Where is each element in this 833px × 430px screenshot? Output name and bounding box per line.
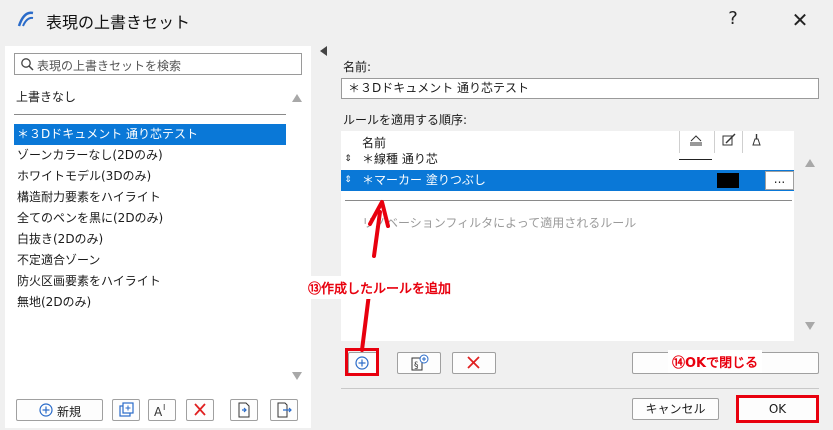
svg-text:I: I bbox=[163, 403, 165, 412]
list-item[interactable]: ゾーンカラーなし(2Dのみ) bbox=[14, 145, 286, 166]
search-icon bbox=[21, 58, 34, 71]
fill-color-swatch[interactable] bbox=[717, 173, 739, 188]
list-item[interactable]: 全てのペンを黒に(2Dのみ) bbox=[14, 208, 286, 229]
rule-order-label: ルールを適用する順序: bbox=[343, 113, 468, 127]
rule-name: ＊線種 通り芯 bbox=[362, 152, 438, 166]
rule-row-selected[interactable]: ⇕ ＊マーカー 塗りつぶし ... bbox=[341, 170, 794, 191]
drag-handle-icon[interactable]: ⇕ bbox=[343, 170, 353, 191]
rename-button[interactable]: A I bbox=[148, 399, 176, 421]
close-button[interactable]: ✕ bbox=[786, 6, 814, 34]
export-button[interactable] bbox=[270, 399, 298, 421]
svg-text:§: § bbox=[414, 361, 419, 371]
scroll-down-arrow-icon[interactable] bbox=[804, 320, 816, 332]
svg-text:A: A bbox=[154, 405, 163, 419]
remove-rule-button[interactable] bbox=[452, 352, 496, 374]
rename-icon: A I bbox=[154, 403, 165, 419]
rule-name: ＊マーカー 塗りつぶし bbox=[362, 173, 486, 187]
brush-column-icon[interactable] bbox=[748, 133, 764, 147]
window-title: 表現の上書きセット bbox=[46, 13, 191, 32]
scroll-up-arrow-icon[interactable] bbox=[804, 157, 816, 169]
panel-splitter[interactable] bbox=[315, 38, 332, 430]
list-divider bbox=[14, 114, 286, 115]
plus-circle-icon bbox=[39, 403, 53, 417]
new-set-button[interactable]: 新規 bbox=[16, 399, 103, 421]
pen-color-column-icon[interactable] bbox=[721, 133, 737, 147]
list-item-selected[interactable]: ＊３Dドキュメント 通り芯テスト bbox=[14, 124, 286, 145]
list-item[interactable]: ホワイトモデル(3Dのみ) bbox=[14, 166, 286, 187]
delete-set-button[interactable] bbox=[186, 399, 214, 421]
name-input[interactable]: ＊３Dドキュメント 通り芯テスト bbox=[341, 78, 819, 99]
duplicate-icon bbox=[119, 402, 134, 417]
no-override-item[interactable]: 上書きなし bbox=[16, 88, 76, 105]
annotation-close-ok: ⑭OKで閉じる bbox=[668, 350, 763, 373]
scroll-up-arrow-icon[interactable] bbox=[291, 92, 303, 104]
fill-pattern-column-icon[interactable] bbox=[688, 133, 704, 147]
rule-row[interactable]: ⇕ ＊線種 通り芯 bbox=[341, 149, 794, 170]
drag-handle-icon[interactable]: ⇕ bbox=[343, 149, 353, 170]
annotation-add-rule: ⑬作成したルールを追加 bbox=[304, 276, 456, 299]
cancel-button[interactable]: キャンセル bbox=[632, 398, 719, 420]
duplicate-button[interactable] bbox=[112, 399, 140, 421]
list-item[interactable]: 不定適合ゾーン bbox=[14, 250, 286, 271]
scroll-down-arrow-icon[interactable] bbox=[291, 370, 303, 382]
import-icon bbox=[238, 402, 250, 418]
delete-x-icon bbox=[467, 356, 480, 369]
search-placeholder: 表現の上書きセットを検索 bbox=[37, 59, 182, 73]
delete-x-icon bbox=[194, 403, 206, 416]
list-item[interactable]: 構造耐力要素をハイライト bbox=[14, 187, 286, 208]
archicad-logo-icon bbox=[17, 11, 34, 27]
collapse-left-arrow-icon[interactable] bbox=[319, 46, 327, 56]
help-button[interactable]: ? bbox=[722, 6, 744, 32]
annotation-arrow-icon bbox=[360, 200, 390, 352]
rule-options-button[interactable]: ... bbox=[765, 171, 794, 190]
list-item[interactable]: 防火区画要素をハイライト bbox=[14, 271, 286, 292]
import-button[interactable] bbox=[230, 399, 258, 421]
name-label: 名前: bbox=[343, 60, 372, 74]
list-item[interactable]: 無地(2Dのみ) bbox=[14, 292, 286, 313]
new-button-label: 新規 bbox=[57, 405, 82, 419]
export-icon bbox=[277, 402, 292, 418]
list-item[interactable]: 白抜き(2Dのみ) bbox=[14, 229, 286, 250]
search-input[interactable]: 表現の上書きセットを検索 bbox=[14, 53, 302, 75]
footer-divider bbox=[341, 388, 819, 389]
ok-button[interactable]: OK bbox=[736, 395, 819, 423]
